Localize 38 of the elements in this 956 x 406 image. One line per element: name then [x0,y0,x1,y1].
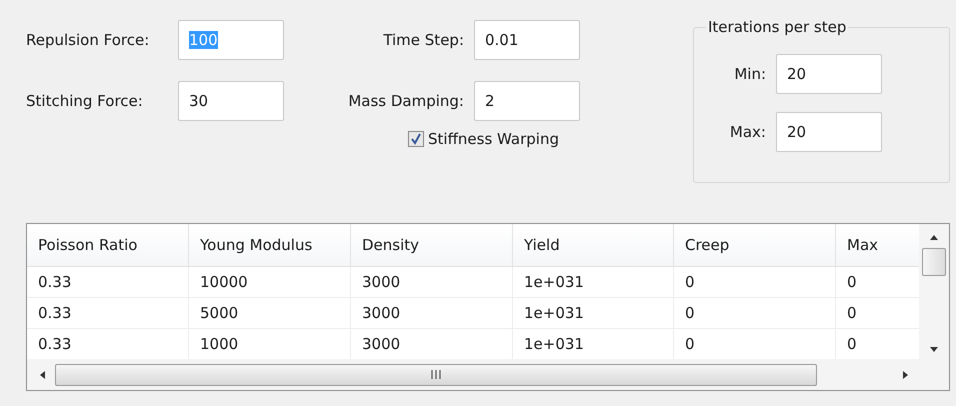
table-cell: 10000 [189,267,351,297]
field-label: Min: [733,65,767,83]
input-field[interactable]: 30 [178,81,284,121]
field-label: Repulsion Force: [26,31,150,49]
checkbox[interactable] [408,131,424,147]
checkbox-label[interactable]: Stiffness Warping [428,130,559,148]
input-field[interactable]: 0.01 [474,20,580,60]
table-cell: 0.33 [27,267,189,297]
vertical-scrollbar[interactable] [919,224,949,359]
table-cell: 1e+031 [513,298,674,328]
column-header[interactable]: Poisson Ratio [27,224,189,266]
up-arrow-icon[interactable] [929,234,939,240]
input-field[interactable]: 2 [474,81,580,121]
horizontal-scrollbar[interactable] [27,359,949,390]
table-cell: 0 [674,298,836,328]
right-arrow-icon[interactable] [903,370,909,380]
field-label: Max: [728,123,767,141]
table-cell: 3000 [351,298,513,328]
column-header[interactable]: Young Modulus [189,224,351,266]
table-cell: 1e+031 [513,267,674,297]
table-cell: 0 [674,267,836,297]
field-label: Mass Damping: [347,92,465,110]
field-label: Time Step: [382,31,465,49]
scroll-thumb[interactable] [922,248,946,276]
field-label: Stitching Force: [26,92,144,110]
table-cell: 3000 [351,267,513,297]
input-field[interactable]: 20 [776,112,882,152]
table-cell: 0.33 [27,298,189,328]
left-arrow-icon[interactable] [39,370,45,380]
group-title: Iterations per step [706,18,848,36]
column-header[interactable]: Density [351,224,513,266]
scroll-thumb[interactable] [55,364,817,386]
table-cell: 5000 [189,298,351,328]
down-arrow-icon[interactable] [929,347,939,353]
column-header[interactable]: Creep [674,224,836,266]
input-field[interactable]: 20 [776,54,882,94]
grip-icon [431,370,441,379]
column-header[interactable]: Yield [513,224,674,266]
